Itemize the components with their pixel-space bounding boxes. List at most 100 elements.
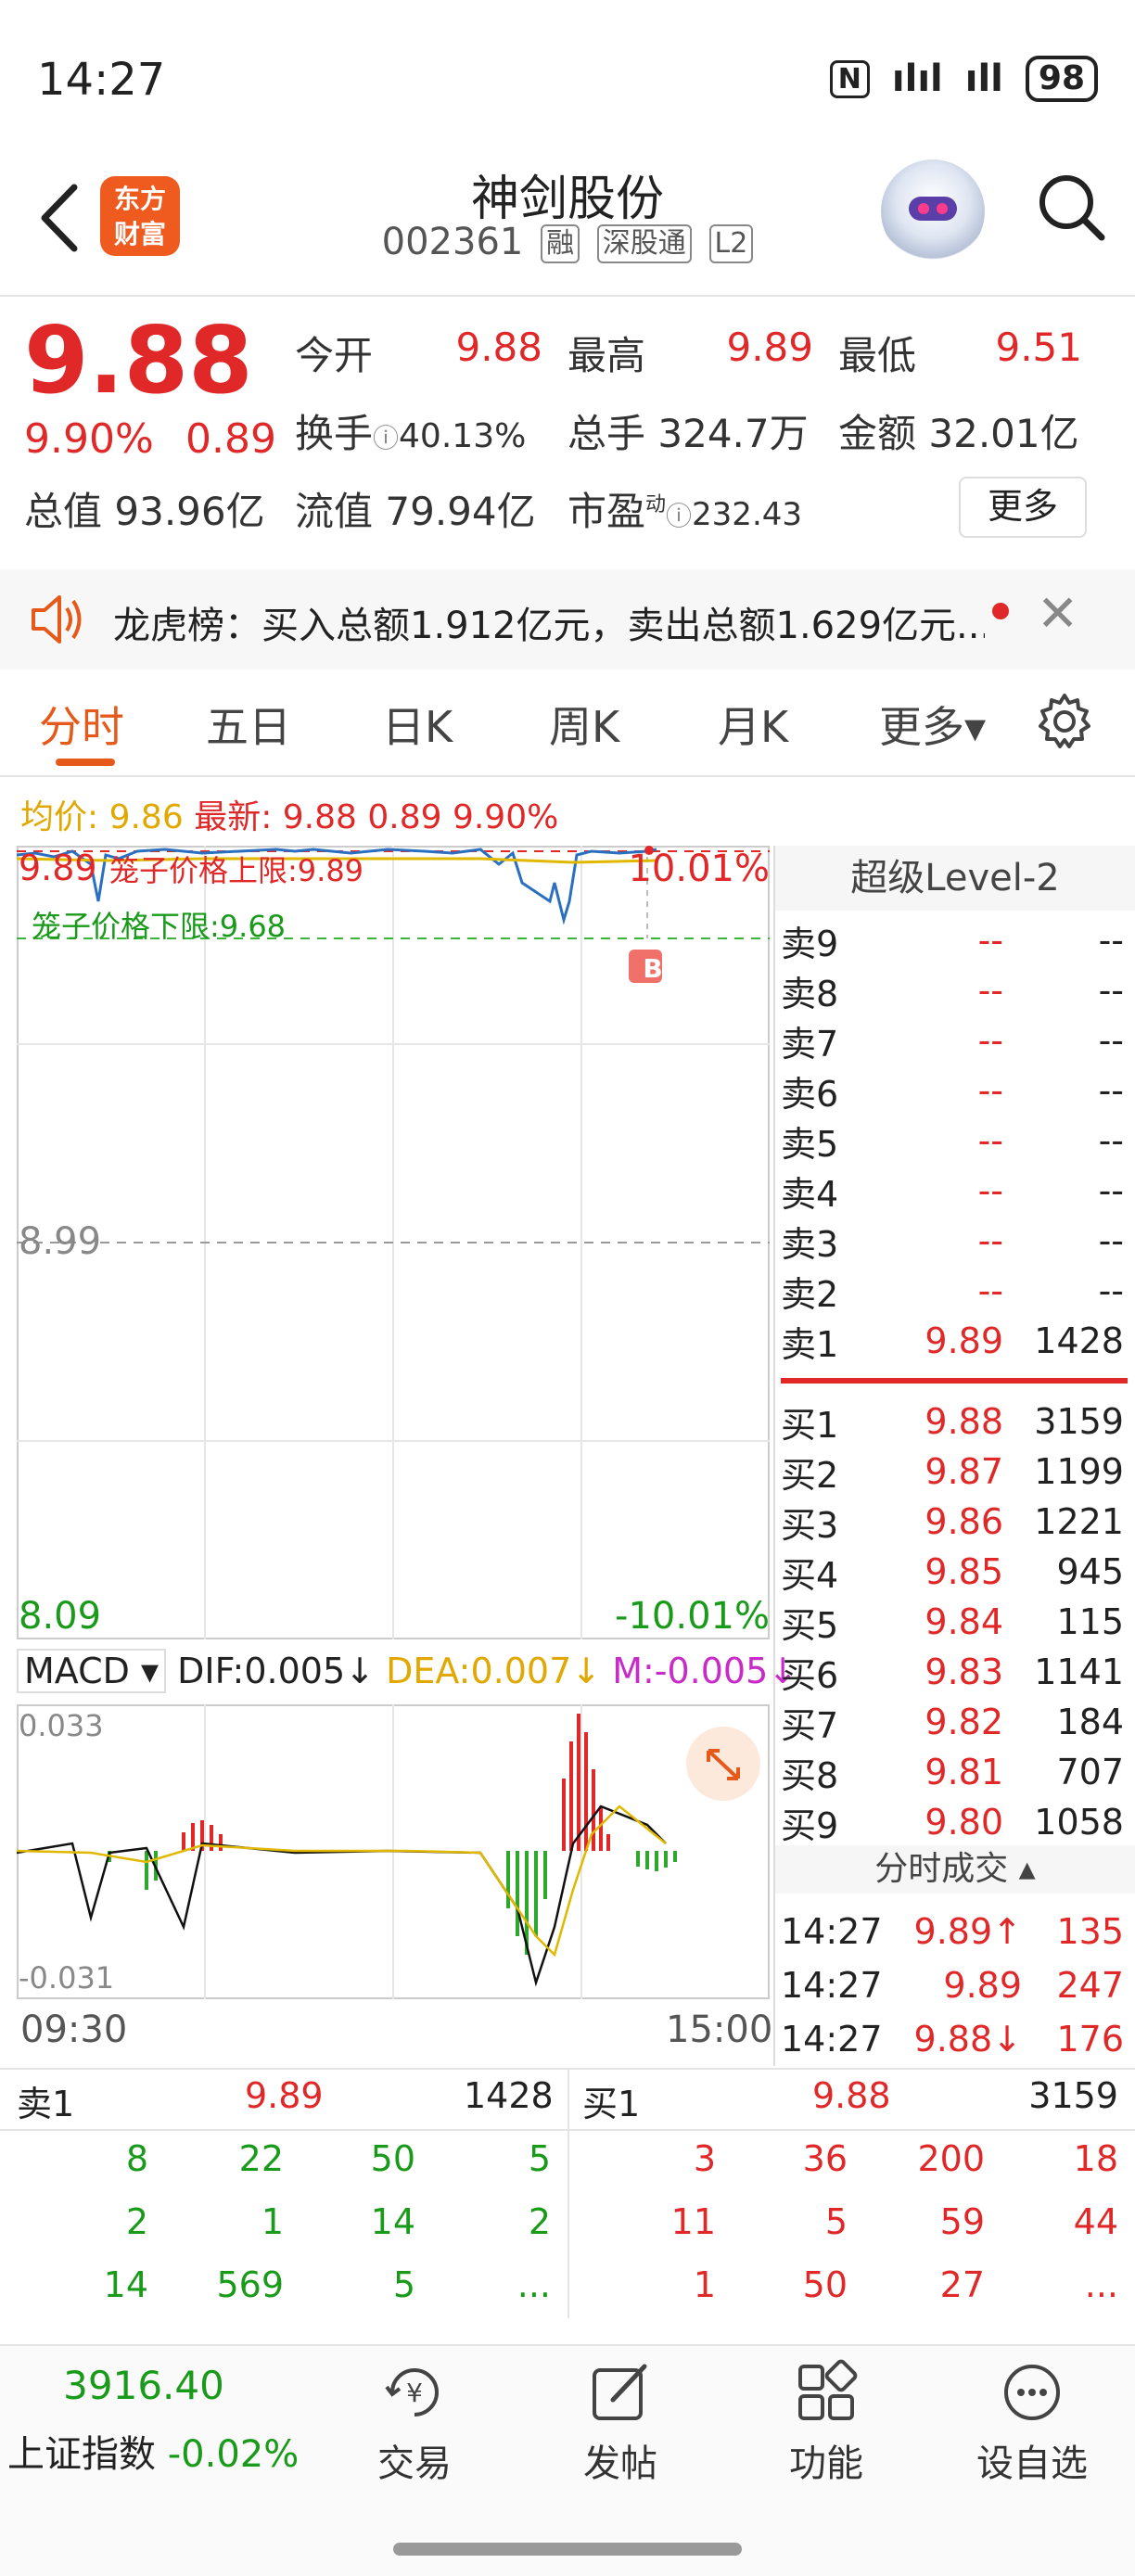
- bid-price: 9.88: [925, 1401, 1003, 1442]
- queue-bid-cell: 50: [802, 2264, 848, 2305]
- chart-legend: 均价: 9.86 最新: 9.88 0.89 9.90%: [20, 790, 558, 838]
- signal-icon-2: ıll: [964, 57, 1003, 100]
- trade-row: 14:27 9.89↑ 135: [781, 1906, 1133, 1957]
- queue-ask-cell: 1: [261, 2201, 284, 2242]
- macd-top-value: 0.033: [19, 1708, 104, 1743]
- bid-label: 买6: [781, 1654, 839, 1696]
- spread-divider: [781, 1378, 1128, 1384]
- settings-gear-icon[interactable]: [1035, 692, 1094, 751]
- chart-bottom-price: 8.09: [19, 1595, 102, 1638]
- turnover-value: 40.13%: [399, 417, 527, 455]
- chart-mid-price: 8.99: [19, 1220, 102, 1263]
- battery-indicator: 98: [1025, 56, 1098, 102]
- trades-title[interactable]: 分时成交 ▴: [775, 1845, 1135, 1894]
- tab-five-day[interactable]: 五日: [206, 694, 291, 755]
- bid-row[interactable]: 买3 9.86 1221: [781, 1497, 1133, 1547]
- ask-row[interactable]: 卖6 -- --: [781, 1065, 1133, 1116]
- bid-label: 买3: [781, 1504, 839, 1546]
- change-amount: 0.89: [185, 415, 276, 463]
- info-icon[interactable]: ⓘ: [373, 423, 399, 453]
- macd-bottom-value: -0.031: [19, 1960, 115, 1996]
- queue-ask-cell: 22: [238, 2138, 284, 2179]
- ask-row[interactable]: 卖5 -- --: [781, 1116, 1133, 1166]
- amount-label: 金额 32.01亿: [838, 411, 1079, 456]
- queue-bid-volume: 3159: [1028, 2075, 1118, 2116]
- index-change: -0.02%: [167, 2433, 300, 2476]
- bid-price: 9.80: [925, 1802, 1003, 1843]
- close-icon[interactable]: ✕: [1037, 584, 1078, 643]
- bid-price: 9.82: [925, 1702, 1003, 1742]
- ask-row[interactable]: 卖1 9.89 1428: [781, 1316, 1133, 1366]
- nav-add-watchlist[interactable]: 设自选: [953, 2359, 1111, 2487]
- chart-top-percent: 10.01%: [628, 848, 770, 890]
- ask-price: --: [977, 1070, 1003, 1111]
- bid-row[interactable]: 买8 9.81 707: [781, 1747, 1133, 1797]
- tab-intraday[interactable]: 分时: [39, 694, 124, 755]
- connect-tag: 深股通: [596, 224, 692, 263]
- bid-volume: 3159: [1034, 1401, 1124, 1442]
- notice-text[interactable]: 龙虎榜：买入总额1.912亿元，卖出总额1.629亿元...: [113, 595, 985, 649]
- bid-price: 9.86: [925, 1501, 1003, 1542]
- search-icon[interactable]: [1033, 165, 1107, 249]
- ask-row[interactable]: 卖8 -- --: [781, 965, 1133, 1015]
- bid-volume: 1199: [1034, 1451, 1124, 1492]
- nav-post[interactable]: 发帖: [542, 2359, 699, 2487]
- queue-bid-cell: 27: [939, 2264, 985, 2305]
- tab-daily-k[interactable]: 日K: [382, 694, 453, 755]
- bid-label: 买9: [781, 1804, 839, 1846]
- grid-icon: [798, 2359, 858, 2420]
- pe-value: 232.43: [692, 496, 803, 533]
- bid-row[interactable]: 买9 9.80 1058: [781, 1797, 1133, 1847]
- trade-row: 14:27 9.88↓ 176: [781, 2014, 1133, 2064]
- ask-row[interactable]: 卖9 -- --: [781, 915, 1133, 965]
- svg-text:¥: ¥: [406, 2378, 423, 2408]
- tab-more[interactable]: 更多▾: [879, 694, 986, 755]
- level2-title[interactable]: 超级Level-2: [775, 846, 1135, 911]
- bid-row[interactable]: 买4 9.85 945: [781, 1547, 1133, 1597]
- queue-ask-label: 卖1: [17, 2084, 75, 2124]
- tab-monthly-k[interactable]: 月K: [718, 694, 788, 755]
- home-indicator[interactable]: [393, 2543, 742, 2556]
- status-icons: N ılıl ıll 98: [829, 56, 1098, 102]
- pe-label: 市盈动ⓘ232.43: [568, 489, 803, 534]
- edit-icon: [593, 2364, 647, 2420]
- speaker-icon: [32, 595, 82, 644]
- index-value[interactable]: 3916.40: [0, 2363, 287, 2408]
- trade-row: 14:27 9.89 247: [781, 1960, 1133, 2010]
- queue-bid-cell: 44: [1073, 2201, 1118, 2242]
- nav-functions[interactable]: 功能: [747, 2359, 905, 2487]
- unread-dot: [992, 603, 1009, 619]
- ask-price: --: [977, 970, 1003, 1011]
- ask-row[interactable]: 卖4 -- --: [781, 1166, 1133, 1216]
- bid-row[interactable]: 买5 9.84 115: [781, 1597, 1133, 1647]
- bid-row[interactable]: 买7 9.82 184: [781, 1697, 1133, 1747]
- ask-label: 卖4: [781, 1173, 839, 1215]
- trade-volume: 247: [1056, 1965, 1124, 2006]
- divider: [568, 2068, 569, 2318]
- macd-selector[interactable]: MACD ▾: [17, 1649, 167, 1693]
- bid-row[interactable]: 买2 9.87 1199: [781, 1447, 1133, 1497]
- more-button[interactable]: 更多: [959, 477, 1087, 538]
- bid-row[interactable]: 买1 9.88 3159: [781, 1396, 1133, 1447]
- index-row[interactable]: 上证指数 -0.02%: [7, 2424, 299, 2478]
- mktcap-label: 总值 93.96亿: [24, 489, 265, 534]
- buy-marker[interactable]: B: [636, 953, 670, 984]
- tab-weekly-k[interactable]: 周K: [549, 694, 619, 755]
- assistant-robot-icon[interactable]: [881, 159, 985, 263]
- trade-time: 14:27: [781, 1911, 883, 1952]
- trade-volume: 176: [1056, 2019, 1124, 2060]
- ask-label: 卖3: [781, 1223, 839, 1265]
- ask-row[interactable]: 卖3 -- --: [781, 1216, 1133, 1266]
- macd-chart[interactable]: [17, 1704, 770, 1999]
- bid-row[interactable]: 买6 9.83 1141: [781, 1647, 1133, 1697]
- cage-lower-label: 笼子价格下限:9.68: [32, 909, 287, 944]
- index-name: 上证指数: [7, 2433, 156, 2476]
- chart-top-price: 9.89: [19, 848, 97, 888]
- nav-trade[interactable]: ¥ 交易: [336, 2359, 493, 2487]
- ask-price: --: [977, 920, 1003, 961]
- info-icon[interactable]: ⓘ: [666, 501, 692, 531]
- ask-row[interactable]: 卖2 -- --: [781, 1266, 1133, 1316]
- queue-bid-price: 9.88: [812, 2075, 891, 2116]
- queue-bid-cell: 1: [693, 2264, 716, 2305]
- ask-row[interactable]: 卖7 -- --: [781, 1015, 1133, 1065]
